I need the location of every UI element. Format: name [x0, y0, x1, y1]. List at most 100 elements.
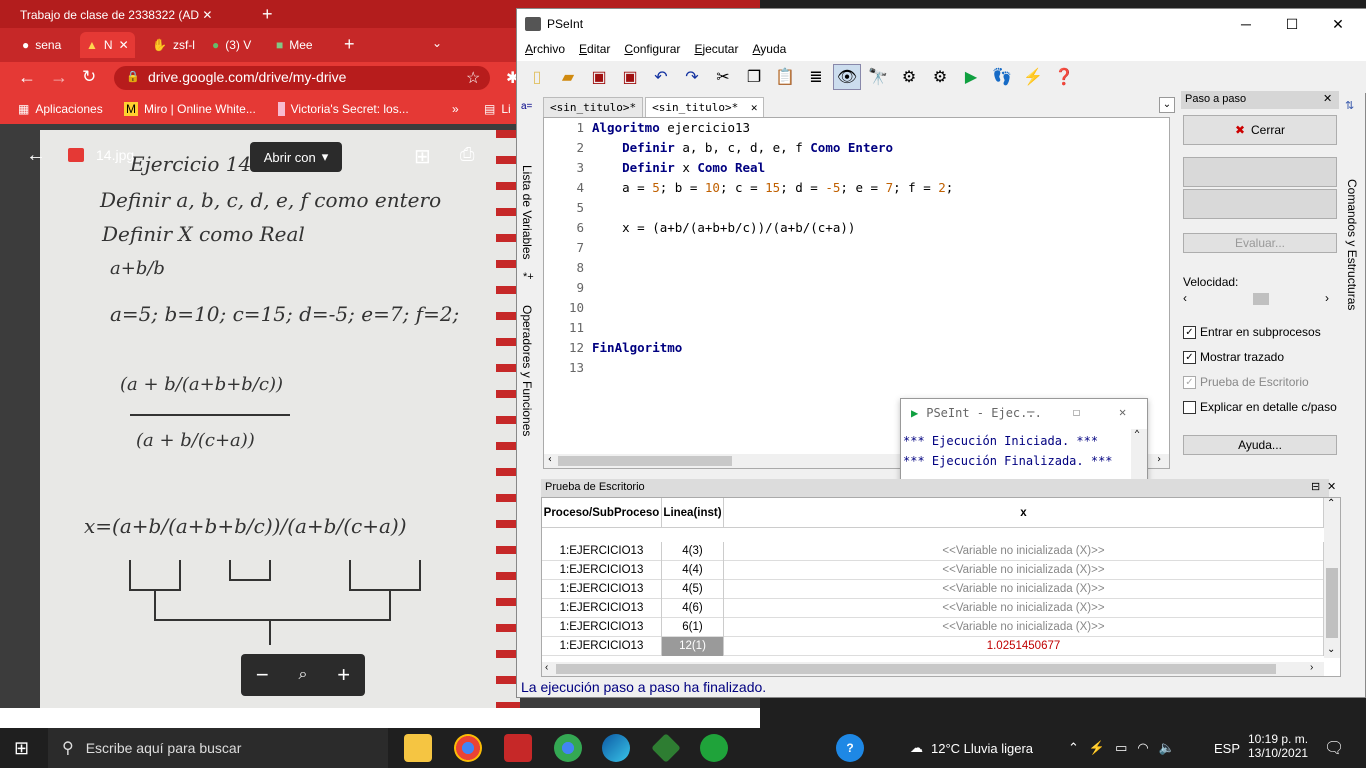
menu-ejecutar[interactable]: Ejecutar	[694, 39, 738, 61]
maximize-icon[interactable]: ⊟	[1311, 480, 1320, 493]
tab-drive[interactable]: ▲ N ✕	[80, 32, 135, 58]
windows-start-icon[interactable]: ⊞	[14, 738, 29, 759]
close-icon[interactable]: ✕	[1323, 92, 1332, 105]
taskbar-search[interactable]: ⚲ Escribe aquí para buscar	[48, 728, 388, 768]
menu-editar[interactable]: Editar	[579, 39, 610, 61]
maximize-icon[interactable]: ☐	[1269, 9, 1315, 39]
scroll-thumb[interactable]	[558, 456, 732, 466]
explicar-checkbox[interactable]: Explicar en detalle c/paso	[1183, 400, 1337, 414]
tab-whatsapp[interactable]: ● (3) V	[206, 32, 257, 58]
paste-icon[interactable]: 📋	[771, 64, 799, 90]
network-icon[interactable]: ⚡	[1089, 740, 1105, 756]
tabs-dropdown-icon[interactable]: ⌄	[1159, 97, 1175, 113]
table-row[interactable]: 1:EJERCICIO13 6(1) <<Variable no inicializ…	[542, 618, 1324, 637]
bookmark-reading-list[interactable]: ▤ Li	[484, 102, 511, 116]
pause-button[interactable]	[1183, 189, 1337, 219]
scroll-thumb[interactable]	[1326, 568, 1338, 638]
back-icon[interactable]: ←	[18, 67, 36, 88]
address-bar[interactable]: 🔒 drive.google.com/drive/my-drive ☆	[114, 66, 490, 90]
velocidad-slider[interactable]: ‹ ›	[1183, 291, 1333, 307]
clock[interactable]: 10:19 p. m. 13/10/2021	[1248, 732, 1308, 760]
undo-icon[interactable]: ↶	[647, 64, 675, 90]
volume-icon[interactable]: 🔈	[1159, 740, 1175, 756]
flowchart-icon[interactable]: ⚡	[1019, 64, 1047, 90]
edge-icon[interactable]	[602, 734, 630, 762]
battery-icon[interactable]: ▭	[1115, 740, 1127, 756]
tab-meet[interactable]: ■ Mee	[270, 32, 319, 58]
bookmark-overflow-icon[interactable]: »	[452, 102, 459, 116]
bookmark-victoria[interactable]: ▮ Victoria's Secret: los...	[278, 102, 409, 116]
prueba-checkbox[interactable]: ✓ Prueba de Escritorio	[1183, 375, 1309, 389]
step-button[interactable]	[1183, 157, 1337, 187]
menu-ayuda[interactable]: Ayuda	[752, 39, 786, 61]
scroll-right-icon[interactable]: ›	[1156, 454, 1162, 465]
minimize-icon[interactable]: ─	[1223, 9, 1269, 39]
file-explorer-icon[interactable]	[404, 734, 432, 762]
table-hscrollbar[interactable]: ‹ ›	[542, 662, 1324, 676]
close-icon[interactable]: ✕	[119, 38, 129, 52]
redo-icon[interactable]: ↷	[678, 64, 706, 90]
open-file-icon[interactable]: ▰	[554, 64, 582, 90]
tab-sin-titulo-2[interactable]: <sin_titulo>* ✕	[645, 97, 765, 117]
scroll-left-icon[interactable]: ‹	[545, 662, 548, 673]
new-file-icon[interactable]: ▯	[523, 64, 551, 90]
close-icon[interactable]: ✕	[751, 101, 758, 114]
trazado-checkbox[interactable]: ✓ Mostrar trazado	[1183, 350, 1284, 364]
new-tab-icon[interactable]: +	[344, 34, 355, 55]
tab-search-icon[interactable]: ⌄	[432, 36, 442, 50]
zoom-in-icon[interactable]: +	[337, 662, 350, 688]
cerrar-button[interactable]: ✖ Cerrar	[1183, 115, 1337, 145]
menu-archivo[interactable]: Archivo	[525, 39, 565, 61]
bookmark-miro[interactable]: M Miro | Online White...	[124, 102, 256, 116]
wifi-icon[interactable]: ◠	[1137, 740, 1148, 756]
tab-sena[interactable]: ● sena	[16, 32, 67, 58]
replace-icon[interactable]: ⚙	[926, 64, 954, 90]
chrome-profile-icon[interactable]	[554, 734, 582, 762]
scroll-up-icon[interactable]: ⌃	[1327, 498, 1335, 509]
bookmark-apps[interactable]: ▦ Aplicaciones	[18, 102, 103, 116]
copy-icon[interactable]: ❐	[740, 64, 768, 90]
notifications-icon[interactable]: 🗨	[1324, 738, 1344, 758]
chevron-up-icon[interactable]: ⌃	[1068, 740, 1079, 756]
find-next-icon[interactable]: ⚙	[895, 64, 923, 90]
close-icon[interactable]: ✕	[1327, 480, 1336, 493]
column-header[interactable]: Proceso/SubProceso	[542, 498, 662, 528]
zoom-reset-icon[interactable]: ⌕	[299, 666, 308, 684]
tab-zsf[interactable]: ✋ zsf-l	[146, 32, 201, 58]
scroll-right-icon[interactable]: ›	[1310, 662, 1313, 673]
save-icon[interactable]: ▣	[585, 64, 613, 90]
code-editor[interactable]: 1 2 3 4 5 6 7 8 9 10 11 12 13 Algoritmo ejercicio13 …	[543, 117, 1170, 548]
top-tab[interactable]: Trabajo de clase de 2338322 (AD ✕	[20, 8, 230, 22]
save-as-icon[interactable]: ▣	[616, 64, 644, 90]
column-header[interactable]: Linea(inst)	[662, 498, 724, 528]
chrome-icon[interactable]	[454, 734, 482, 762]
app-icon[interactable]	[504, 734, 532, 762]
weather-widget[interactable]: ☁ 12°C Lluvia ligera	[910, 728, 1033, 768]
scroll-up-icon[interactable]: ⌃	[1134, 429, 1140, 440]
table-row[interactable]: 1:EJERCICIO13 4(3) <<Variable no inicializ…	[542, 542, 1324, 561]
scroll-left-icon[interactable]: ‹	[547, 454, 553, 465]
evaluar-button[interactable]: Evaluar...	[1183, 233, 1337, 253]
menu-configurar[interactable]: Configurar	[624, 39, 680, 61]
back-arrow-icon[interactable]: ←	[26, 144, 46, 167]
star-icon[interactable]: ☆	[466, 68, 480, 88]
print-icon[interactable]: ⎙	[460, 144, 474, 165]
slider-thumb[interactable]	[1253, 293, 1269, 305]
zoom-out-icon[interactable]: −	[256, 662, 269, 688]
reload-icon[interactable]: ↻	[82, 67, 96, 87]
open-with-button[interactable]: Abrir con ▾	[250, 142, 342, 172]
table-row[interactable]: 1:EJERCICIO13 4(5) <<Variable no inicializ…	[542, 580, 1324, 599]
forward-icon[interactable]: →	[50, 67, 68, 88]
language-indicator[interactable]: ESP	[1214, 728, 1240, 768]
table-vscrollbar[interactable]: ⌃ ⌄	[1324, 498, 1340, 658]
tab-sin-titulo-1[interactable]: <sin_titulo>*	[543, 97, 644, 117]
run-icon[interactable]: ▶	[957, 64, 985, 90]
step-icon[interactable]: 👣	[988, 64, 1016, 90]
inspect-icon[interactable]: 👁	[833, 64, 861, 90]
subprocesos-checkbox[interactable]: ✓ Entrar en subprocesos	[1183, 325, 1321, 339]
new-tab-icon[interactable]: +	[262, 4, 273, 25]
maximize-icon[interactable]: ☐	[1073, 405, 1080, 419]
table-row[interactable]: 1:EJERCICIO13 4(6) <<Variable no inicializ…	[542, 599, 1324, 618]
table-row[interactable]: 1:EJERCICIO13 12(1) 1.0251450677	[542, 637, 1324, 656]
indent-icon[interactable]: ≣	[802, 64, 830, 90]
